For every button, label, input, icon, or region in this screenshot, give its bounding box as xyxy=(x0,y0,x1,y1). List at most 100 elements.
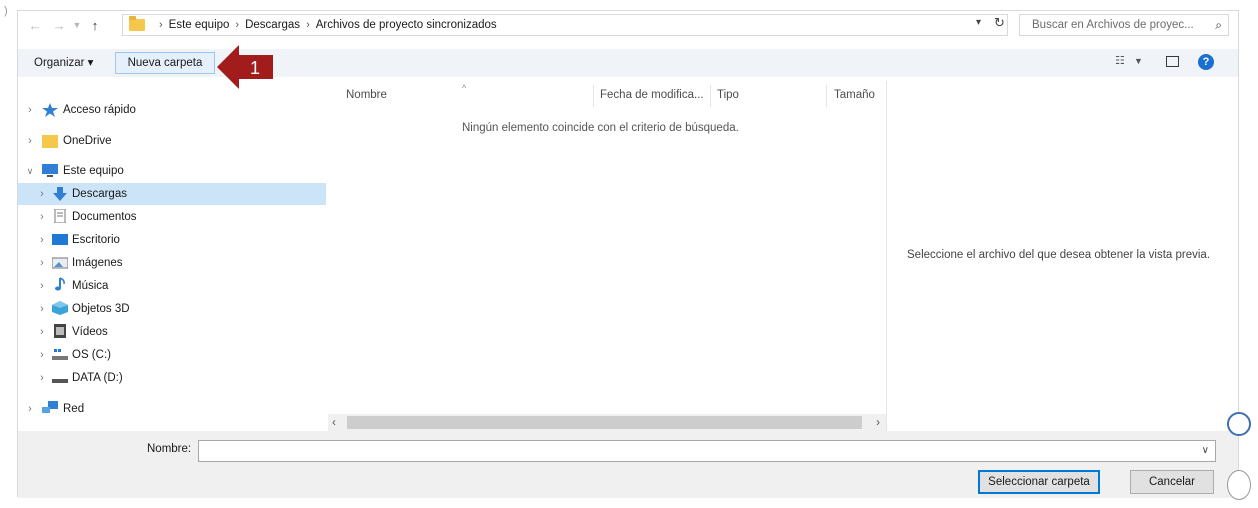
nav-item-label: OS (C:) xyxy=(72,349,111,361)
nav-item-quick-access[interactable]: › Acceso rápido xyxy=(18,99,326,121)
nav-item-network[interactable]: › Red xyxy=(18,398,326,420)
download-icon xyxy=(53,187,67,201)
refresh-icon: ↻ xyxy=(994,15,1005,30)
sync-icon[interactable] xyxy=(1227,412,1251,436)
arrow-right-icon: → xyxy=(52,17,66,33)
address-history-dropdown[interactable]: ▾ xyxy=(976,17,981,28)
folder-name-label: Nombre: xyxy=(147,443,192,455)
image-icon xyxy=(52,257,68,269)
refresh-button[interactable]: ↻ xyxy=(994,15,1005,31)
chevron-right-icon[interactable]: › xyxy=(36,349,48,361)
nav-item-videos[interactable]: › Vídeos xyxy=(18,321,326,343)
back-button[interactable]: ← xyxy=(26,16,44,34)
chevron-right-icon[interactable]: › xyxy=(24,135,36,147)
nav-item-label: Documentos xyxy=(72,211,137,223)
scroll-left-icon[interactable]: ‹ xyxy=(332,415,336,429)
chevron-right-icon[interactable]: › xyxy=(36,188,48,200)
help-icon: ? xyxy=(1202,56,1210,68)
cube-icon xyxy=(52,301,68,315)
chevron-right-icon[interactable]: › xyxy=(36,326,48,338)
empty-folder-message: Ningún elemento coincide con el criterio… xyxy=(462,122,739,134)
command-toolbar: Organizar ▾ Nueva carpeta ☷ ▼ ? xyxy=(18,49,1238,77)
horizontal-scrollbar[interactable]: ‹ › xyxy=(328,414,886,431)
chevron-right-icon[interactable]: › xyxy=(36,234,48,246)
folder-picker-dialog: ← → ▼ ↑ › Este equipo › Descargas › Arch… xyxy=(17,10,1239,498)
nav-item-desktop[interactable]: › Escritorio xyxy=(18,229,326,251)
nav-item-downloads[interactable]: › Descargas xyxy=(18,183,326,205)
breadcrumb-separator: › xyxy=(159,19,163,31)
chevron-right-icon[interactable]: › xyxy=(36,372,48,384)
folder-icon xyxy=(42,135,58,148)
star-icon xyxy=(42,103,58,117)
annotation-number: 1 xyxy=(250,58,260,78)
recent-locations-button[interactable]: ▼ xyxy=(68,16,86,34)
column-divider[interactable] xyxy=(710,85,711,107)
help-button[interactable]: ? xyxy=(1198,54,1214,70)
preview-pane-toggle[interactable] xyxy=(1166,56,1179,67)
nav-item-label: Descargas xyxy=(72,188,127,200)
chevron-right-icon[interactable]: › xyxy=(36,211,48,223)
window-edge-glyph: ) xyxy=(4,5,8,17)
desktop-icon xyxy=(52,234,68,245)
breadcrumb-descargas[interactable]: Descargas xyxy=(245,19,300,31)
nav-item-pictures[interactable]: › Imágenes xyxy=(18,252,326,274)
column-header-name[interactable]: Nombre xyxy=(346,89,387,101)
scrollbar-thumb[interactable] xyxy=(347,416,862,429)
chevron-down-icon[interactable]: ∨ xyxy=(24,166,36,177)
breadcrumb-separator: › xyxy=(235,19,240,31)
nav-item-label: Este equipo xyxy=(63,165,124,177)
annotation-arrow: 1 xyxy=(217,45,273,89)
chevron-right-icon[interactable]: › xyxy=(36,303,48,315)
forward-button[interactable]: → xyxy=(50,16,68,34)
navigation-pane[interactable]: › Acceso rápido › OneDrive ∨ Este equipo… xyxy=(18,89,326,429)
chevron-down-icon: ▾ xyxy=(976,17,982,28)
nav-item-documents[interactable]: › Documentos xyxy=(18,206,326,228)
cancel-button[interactable]: Cancelar xyxy=(1130,470,1214,494)
video-icon xyxy=(54,324,66,338)
breadcrumb-separator: › xyxy=(306,19,310,31)
column-divider[interactable] xyxy=(593,85,594,107)
folder-icon xyxy=(129,16,145,31)
file-list-pane[interactable]: ^ Nombre Fecha de modifica... Tipo Tamañ… xyxy=(328,81,886,433)
chevron-right-icon[interactable]: › xyxy=(36,280,48,292)
breadcrumb-este-equipo[interactable]: Este equipo xyxy=(169,19,230,31)
select-folder-button[interactable]: Seleccionar carpeta xyxy=(978,470,1100,494)
nav-item-3d-objects[interactable]: › Objetos 3D xyxy=(18,298,326,320)
scroll-right-icon[interactable]: › xyxy=(876,415,880,429)
network-icon xyxy=(42,401,58,413)
chevron-right-icon[interactable]: › xyxy=(24,104,36,116)
chevron-right-icon[interactable]: › xyxy=(24,403,36,415)
nav-item-drive-d[interactable]: › DATA (D:) xyxy=(18,367,326,389)
nav-item-this-pc[interactable]: ∨ Este equipo xyxy=(18,160,326,182)
column-divider[interactable] xyxy=(826,85,827,107)
chevron-right-icon[interactable]: › xyxy=(36,257,48,269)
nav-item-drive-c[interactable]: › OS (C:) xyxy=(18,344,326,366)
search-icon: ⌕ xyxy=(1215,18,1222,32)
clipboard-icon[interactable] xyxy=(1227,470,1251,500)
nav-item-label: Imágenes xyxy=(72,257,123,269)
nav-item-label: Acceso rápido xyxy=(63,104,136,116)
chevron-down-icon: ▼ xyxy=(1133,56,1143,66)
document-icon xyxy=(54,209,66,223)
address-bar[interactable]: › Este equipo › Descargas › Archivos de … xyxy=(122,14,1008,36)
dialog-footer: Nombre: ∨ Seleccionar carpeta Cancelar xyxy=(18,431,1238,498)
column-header-type[interactable]: Tipo xyxy=(717,89,739,101)
nav-item-music[interactable]: › Música xyxy=(18,275,326,297)
view-options-button[interactable]: ☷ ▼ xyxy=(1115,54,1143,67)
search-input[interactable]: Buscar en Archivos de proyec... ⌕ xyxy=(1019,14,1229,36)
annotation-arrow-shape xyxy=(217,45,273,89)
organize-button[interactable]: Organizar ▾ xyxy=(34,55,93,69)
nav-item-label: Escritorio xyxy=(72,234,120,246)
address-row: ← → ▼ ↑ › Este equipo › Descargas › Arch… xyxy=(18,11,1238,39)
column-header-size[interactable]: Tamaño xyxy=(834,89,875,101)
up-button[interactable]: ↑ xyxy=(86,16,104,34)
folder-name-input[interactable]: ∨ xyxy=(198,440,1216,462)
preview-divider xyxy=(886,81,887,431)
arrow-left-icon: ← xyxy=(28,17,42,33)
breadcrumb-current-folder[interactable]: Archivos de proyecto sincronizados xyxy=(316,19,497,31)
chevron-down-icon[interactable]: ∨ xyxy=(1202,445,1209,456)
column-header-date[interactable]: Fecha de modifica... xyxy=(600,89,704,101)
new-folder-button[interactable]: Nueva carpeta xyxy=(115,52,215,74)
nav-item-onedrive[interactable]: › OneDrive xyxy=(18,130,326,152)
arrow-up-icon: ↑ xyxy=(91,17,99,33)
